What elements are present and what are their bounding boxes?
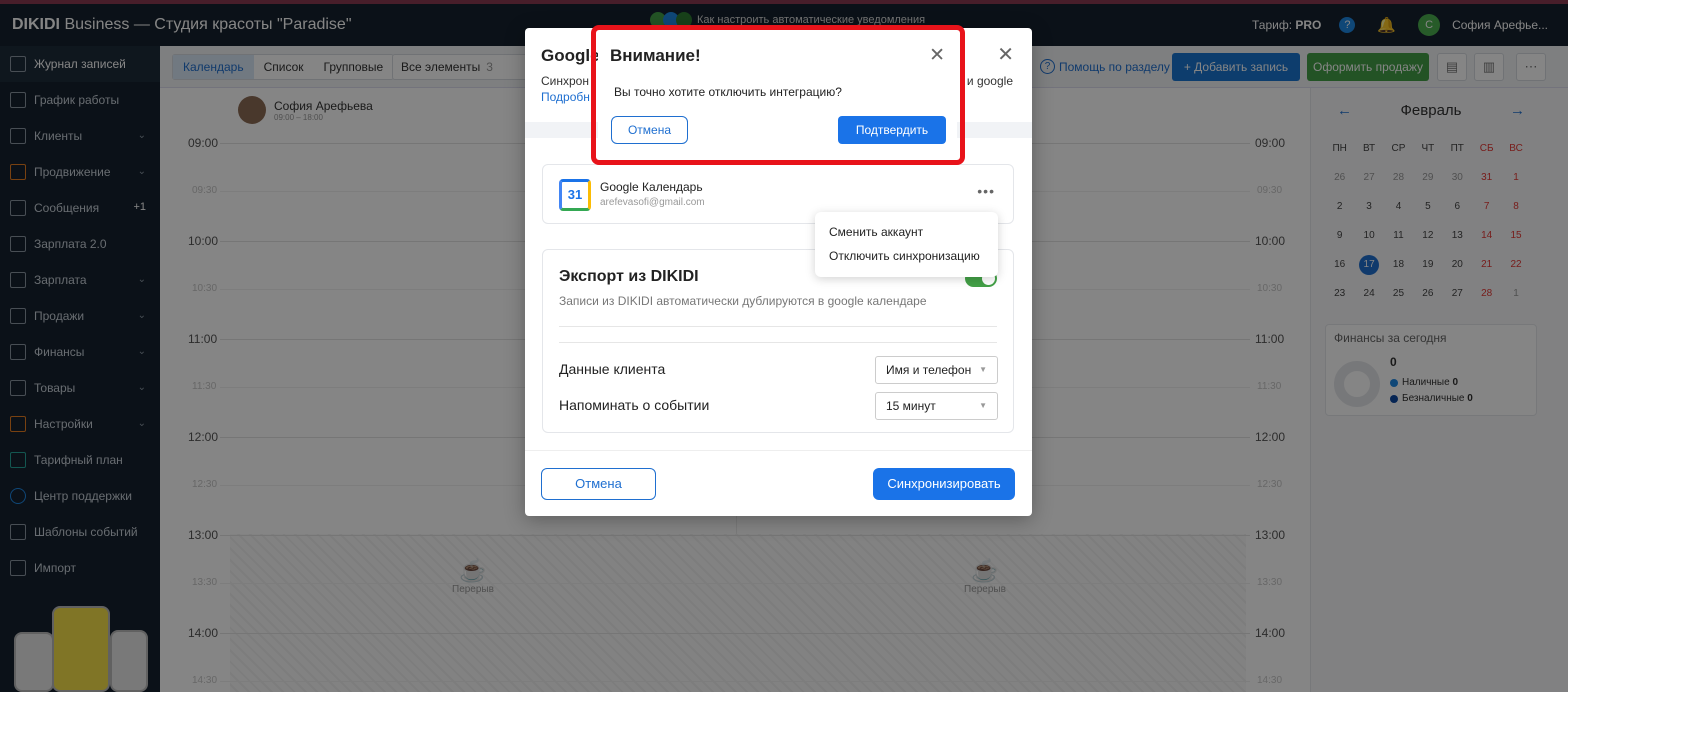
modal-footer-divider bbox=[525, 450, 1032, 451]
remind-value: 15 минут bbox=[886, 399, 936, 413]
export-title: Экспорт из DIKIDI bbox=[559, 268, 699, 285]
caret-down-icon: ▼ bbox=[979, 365, 987, 374]
account-name: Google Календарь bbox=[600, 180, 703, 194]
account-options-menu: Сменить аккаунт Отключить синхронизацию bbox=[815, 212, 998, 277]
close-icon[interactable]: ✕ bbox=[997, 42, 1014, 67]
menu-item-disable-sync[interactable]: Отключить синхронизацию bbox=[829, 249, 980, 263]
app-root: DIKIDI Business — Студия красоты "Paradi… bbox=[0, 0, 1568, 692]
subtitle-start: Синхрон bbox=[541, 74, 589, 88]
remind-select[interactable]: 15 минут ▼ bbox=[875, 392, 998, 420]
sync-button[interactable]: Синхронизировать bbox=[873, 468, 1015, 500]
more-link[interactable]: Подробн bbox=[541, 90, 590, 104]
menu-item-change-account[interactable]: Сменить аккаунт bbox=[829, 225, 923, 239]
more-options-icon[interactable]: ••• bbox=[977, 183, 995, 199]
client-data-value: Имя и телефон bbox=[886, 363, 972, 377]
client-data-label: Данные клиента bbox=[559, 361, 666, 377]
divider bbox=[559, 326, 997, 327]
caret-down-icon: ▼ bbox=[979, 401, 987, 410]
client-data-select[interactable]: Имя и телефон ▼ bbox=[875, 356, 998, 384]
remind-label: Напоминать о событии bbox=[559, 397, 710, 413]
export-description: Записи из DIKIDI автоматически дублируют… bbox=[559, 294, 927, 308]
divider bbox=[559, 342, 997, 343]
google-calendar-icon: 31 bbox=[559, 179, 591, 211]
highlight-frame bbox=[591, 25, 965, 165]
subtitle-tail: и google bbox=[966, 74, 1013, 88]
account-email: arefevasofi@gmail.com bbox=[600, 197, 705, 208]
modal-cancel-button[interactable]: Отмена bbox=[541, 468, 656, 500]
